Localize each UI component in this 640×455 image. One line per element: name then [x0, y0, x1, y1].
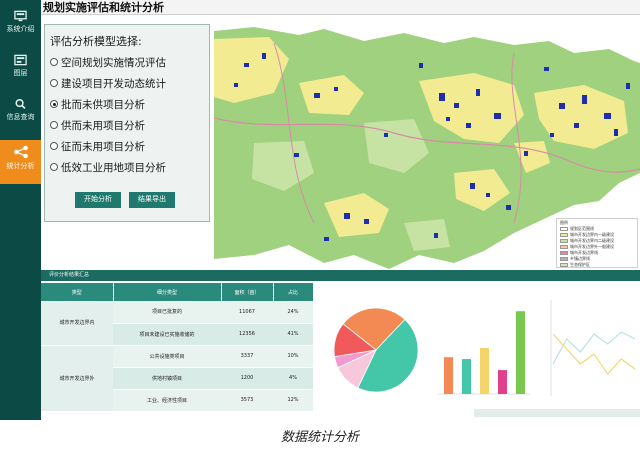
legend-item: 规划区范围线 — [560, 226, 594, 231]
legend-item: 城市开发边界线 — [560, 250, 598, 255]
subtype-cell: 工业、经济性项目 — [113, 389, 221, 412]
area-cell: 1200 — [221, 367, 273, 390]
line-chart — [550, 300, 636, 396]
sidebar-item-statistics[interactable]: 统计分析 — [0, 140, 41, 184]
group-cell: 城市开发边界外 — [41, 345, 113, 412]
ratio-cell: 41% — [273, 323, 313, 346]
panel-heading: 评估分析模型选择: — [50, 35, 142, 48]
radio-button[interactable] — [50, 121, 58, 129]
radio-button-selected[interactable] — [50, 100, 58, 108]
radio-button[interactable] — [50, 79, 58, 87]
radio-button[interactable] — [50, 163, 58, 171]
radio-button[interactable] — [50, 142, 58, 150]
model-option-project-dynamics[interactable]: 建设项目开发动态统计 — [50, 76, 166, 92]
stats-header: 评价分析结果汇总 — [41, 270, 640, 281]
table-header-row: 类型 细分类型 面积（亩） 占比 — [41, 283, 314, 301]
sidebar: 系统介绍 图层 信息查询 统计分析 — [0, 0, 41, 420]
layers-icon — [14, 54, 27, 66]
ratio-cell: 12% — [273, 389, 313, 412]
subtype-cell: 项目已批复的 — [113, 301, 221, 324]
column-header-type: 类型 — [41, 283, 114, 301]
sidebar-item-label: 统计分析 — [6, 162, 35, 170]
bar — [516, 311, 525, 394]
legend-item: 乡镇边界线 — [560, 256, 590, 261]
table-row: 城市开发边界外 公共设施类项目 3337 10% — [41, 345, 313, 412]
sidebar-item-layers[interactable]: 图层 — [0, 48, 41, 92]
table-row: 城市开发边界内 项目已批复的 11067 24% — [41, 301, 313, 346]
model-option-approved-not-supplied[interactable]: 批而未供项目分析 — [50, 97, 145, 113]
legend-item: 城市开发边界内二级建设 — [560, 238, 614, 243]
area-cell: 3573 — [221, 389, 273, 412]
option-label: 建设项目开发动态统计 — [61, 78, 166, 90]
bar-chart — [438, 311, 530, 395]
model-selection-panel: 评估分析模型选择: 空间规划实施情况评估 建设项目开发动态统计 批而未供项目分析… — [44, 24, 210, 222]
sidebar-item-info-query[interactable]: 信息查询 — [0, 92, 41, 136]
app-window: 系统介绍 图层 信息查询 统计分析 规划实施评估和统计分析 评估分析模型选择: … — [0, 0, 640, 420]
series-line — [552, 333, 636, 375]
search-icon — [15, 98, 26, 110]
radio-button[interactable] — [50, 58, 58, 66]
export-results-button[interactable]: 结果导出 — [129, 192, 175, 208]
figure-caption: 数据统计分析 — [280, 430, 359, 445]
area-cell: 11067 — [221, 301, 273, 324]
stats-table: 类型 细分类型 面积（亩） 占比 城市开发边界内 项目已批复的 11067 24… — [41, 283, 314, 412]
bottom-divider — [474, 409, 640, 417]
legend-item: 城市开发边界外一般建设 — [560, 244, 614, 249]
legend-title: 图例 — [560, 220, 568, 225]
stats-title: 评价分析结果汇总 — [49, 272, 90, 278]
pie-chart — [333, 307, 419, 393]
group-cell: 城市开发边界内 — [41, 301, 113, 346]
share-icon — [13, 145, 28, 159]
ratio-cell: 24% — [273, 301, 313, 324]
option-label: 征而未用项目分析 — [61, 141, 145, 153]
bar — [444, 357, 453, 394]
column-header-subtype: 细分类型 — [113, 283, 222, 301]
column-header-area: 面积（亩） — [221, 283, 274, 301]
option-label: 批而未供项目分析 — [61, 99, 145, 111]
legend-item: 生态保护区 — [560, 262, 590, 267]
sidebar-item-label: 系统介绍 — [6, 25, 35, 33]
model-option-supplied-not-used[interactable]: 供而未用项目分析 — [50, 118, 145, 134]
ratio-cell: 10% — [273, 345, 313, 368]
bar — [480, 348, 489, 394]
column-header-ratio: 占比 — [273, 283, 314, 301]
bar — [462, 359, 471, 394]
option-label: 低效工业用地项目分析 — [61, 162, 166, 174]
ratio-cell: 4% — [273, 367, 313, 390]
option-label: 供而未用项目分析 — [61, 120, 145, 132]
sidebar-item-label: 图层 — [13, 69, 28, 77]
subtype-cell: 供地村镇项目 — [113, 367, 221, 390]
option-label: 空间规划实施情况评估 — [61, 57, 166, 69]
legend-item: 城市开发边界内一级建设 — [560, 232, 614, 237]
sidebar-item-system-intro[interactable]: 系统介绍 — [0, 4, 41, 48]
start-analysis-button[interactable]: 开始分析 — [75, 192, 121, 208]
model-option-acquired-not-used[interactable]: 征而未用项目分析 — [50, 139, 145, 155]
map-legend: 图例 规划区范围线 城市开发边界内一级建设 城市开发边界内二级建设 城市开发边界… — [556, 218, 638, 268]
app-title: 规划实施评估和统计分析 — [43, 1, 164, 14]
model-option-spatial-plan[interactable]: 空间规划实施情况评估 — [50, 55, 166, 71]
subtype-cell: 项目未建设已实施收储的 — [113, 323, 221, 346]
title-bar: 规划实施评估和统计分析 — [41, 0, 640, 15]
monitor-icon — [14, 10, 27, 22]
sidebar-item-label: 信息查询 — [6, 113, 35, 121]
area-cell: 12356 — [221, 323, 273, 346]
model-option-inefficient-industrial[interactable]: 低效工业用地项目分析 — [50, 160, 166, 176]
bar — [498, 370, 507, 394]
area-cell: 3337 — [221, 345, 273, 368]
subtype-cell: 公共设施类项目 — [113, 345, 221, 368]
